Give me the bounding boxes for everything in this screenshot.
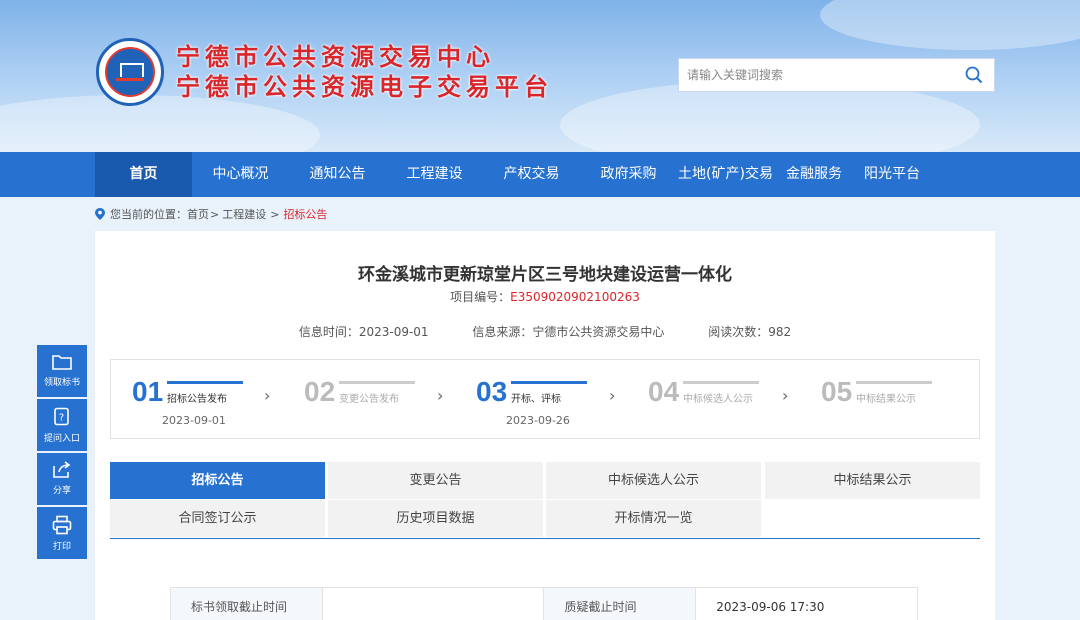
chevron-right-icon: › bbox=[437, 386, 444, 405]
tool-label: 提问入口 bbox=[43, 434, 80, 444]
step-date: 2023-09-26 bbox=[506, 414, 570, 427]
page-header: 宁德市公共资源交易中心 宁德市公共资源电子交易平台 bbox=[0, 0, 1080, 152]
question-entry-button[interactable]: ? 提问入口 bbox=[37, 399, 87, 451]
project-number: 项目编号：E3509020902100263 bbox=[95, 288, 995, 305]
tab-candidate-notice[interactable]: 中标候选人公示 bbox=[546, 462, 761, 499]
header-cloud bbox=[820, 0, 1080, 50]
tabs-divider bbox=[110, 538, 980, 539]
step-item: 03 开标、评标 2023-09-26 bbox=[473, 372, 603, 432]
svg-text:?: ? bbox=[59, 413, 64, 424]
nav-item-construction[interactable]: 工程建设 bbox=[386, 152, 483, 197]
site-title-line1: 宁德市公共资源交易中心 bbox=[176, 42, 495, 71]
site-title-line2: 宁德市公共资源电子交易平台 bbox=[176, 72, 553, 101]
header-cloud bbox=[0, 95, 320, 152]
breadcrumb-current: 招标公告 bbox=[283, 208, 328, 221]
location-pin-icon bbox=[95, 208, 105, 220]
site-logo[interactable] bbox=[96, 38, 164, 106]
project-number-value: E3509020902100263 bbox=[510, 290, 640, 304]
table-value-cell bbox=[321, 587, 545, 620]
nav-item-finance[interactable]: 金融服务 bbox=[774, 152, 854, 197]
table-value-cell: 2023-09-06 17:30 bbox=[695, 587, 918, 620]
tab-history-data[interactable]: 历史项目数据 bbox=[328, 500, 543, 537]
breadcrumb-separator: > bbox=[270, 207, 280, 221]
step-label: 招标公告发布 bbox=[167, 394, 227, 405]
table-key-cell: 标书领取截止时间 bbox=[170, 587, 323, 620]
step-number: 05 bbox=[821, 376, 853, 407]
tab-contract-notice[interactable]: 合同签订公示 bbox=[110, 500, 325, 537]
breadcrumb-prefix: 您当前的位置： bbox=[110, 208, 187, 221]
step-number: 01 bbox=[132, 376, 164, 407]
step-number: 04 bbox=[648, 376, 680, 407]
nav-item-property[interactable]: 产权交易 bbox=[483, 152, 580, 197]
step-bar bbox=[683, 381, 759, 384]
breadcrumb-separator: > bbox=[210, 207, 220, 221]
nav-item-sunshine[interactable]: 阳光平台 bbox=[854, 152, 930, 197]
nav-item-procurement[interactable]: 政府采购 bbox=[580, 152, 677, 197]
tab-result-notice[interactable]: 中标结果公示 bbox=[765, 462, 980, 499]
share-button[interactable]: 分享 bbox=[37, 453, 87, 505]
step-bar bbox=[339, 381, 415, 384]
search-input[interactable] bbox=[679, 59, 954, 91]
step-item: 01 招标公告发布 2023-09-01 bbox=[129, 372, 259, 432]
tab-bid-opening[interactable]: 开标情况一览 bbox=[546, 500, 761, 537]
content-panel: 环金溪城市更新琼堂片区三号地块建设运营一体化 项目编号：E35090209021… bbox=[95, 231, 995, 620]
document-meta: 信息时间：2023-09-01 信息来源：宁德市公共资源交易中心 阅读次数：98… bbox=[95, 323, 995, 340]
step-label: 变更公告发布 bbox=[339, 394, 399, 405]
tool-label: 领取标书 bbox=[43, 378, 80, 388]
search-icon[interactable] bbox=[954, 59, 994, 91]
chevron-right-icon: › bbox=[609, 386, 616, 405]
logo-inner bbox=[105, 47, 155, 97]
logo-scale-mark bbox=[116, 63, 144, 81]
breadcrumb-section[interactable]: 工程建设 bbox=[222, 206, 266, 222]
breadcrumb: 您当前的位置： 首页 > 工程建设 > 招标公告 bbox=[95, 206, 327, 222]
step-label: 开标、评标 bbox=[511, 394, 561, 405]
breadcrumb-home[interactable]: 首页 bbox=[187, 206, 209, 222]
step-item: 05 中标结果公示 bbox=[818, 372, 948, 432]
table-key-cell: 质疑截止时间 bbox=[543, 587, 697, 620]
progress-steps: 01 招标公告发布 2023-09-01 › 02 变更公告发布 › 03 开标… bbox=[110, 359, 980, 439]
info-table: 标书领取截止时间 质疑截止时间 2023-09-06 17:30 bbox=[170, 587, 918, 620]
tool-label: 打印 bbox=[52, 542, 71, 552]
step-bar bbox=[167, 381, 243, 384]
nav-item-notices[interactable]: 通知公告 bbox=[289, 152, 386, 197]
step-number: 02 bbox=[304, 376, 336, 407]
chevron-right-icon: › bbox=[264, 386, 271, 405]
tool-label: 分享 bbox=[52, 486, 71, 496]
step-number: 03 bbox=[476, 376, 508, 407]
chevron-right-icon: › bbox=[782, 386, 789, 405]
step-label: 中标结果公示 bbox=[856, 394, 916, 405]
folder-icon bbox=[52, 355, 72, 370]
side-toolbar: 领取标书 ? 提问入口 分享 打印 bbox=[37, 345, 87, 561]
step-label: 中标候选人公示 bbox=[683, 394, 753, 405]
step-item: 04 中标候选人公示 bbox=[645, 372, 775, 432]
tab-change-notice[interactable]: 变更公告 bbox=[328, 462, 543, 499]
main-nav: 首页 中心概况 通知公告 工程建设 产权交易 政府采购 土地(矿产)交易 金融服… bbox=[0, 152, 1080, 197]
step-bar bbox=[856, 381, 932, 384]
info-time: 信息时间：2023-09-01 bbox=[298, 325, 429, 339]
step-item: 02 变更公告发布 bbox=[301, 372, 431, 432]
site-title: 宁德市公共资源交易中心 宁德市公共资源电子交易平台 bbox=[176, 42, 553, 102]
info-source: 信息来源：宁德市公共资源交易中心 bbox=[472, 325, 665, 339]
tab-tender-notice[interactable]: 招标公告 bbox=[110, 462, 325, 499]
project-number-label: 项目编号： bbox=[450, 290, 511, 304]
read-count: 阅读次数：982 bbox=[708, 325, 792, 339]
step-bar bbox=[511, 381, 587, 384]
nav-item-land[interactable]: 土地(矿产)交易 bbox=[677, 152, 774, 197]
table-row: 标书领取截止时间 质疑截止时间 2023-09-06 17:30 bbox=[170, 587, 918, 620]
step-date: 2023-09-01 bbox=[162, 414, 226, 427]
question-icon: ? bbox=[54, 407, 69, 426]
get-tender-button[interactable]: 领取标书 bbox=[37, 345, 87, 397]
share-icon bbox=[53, 461, 71, 478]
page-title: 环金溪城市更新琼堂片区三号地块建设运营一体化 bbox=[358, 265, 732, 285]
nav-item-overview[interactable]: 中心概况 bbox=[192, 152, 289, 197]
search-box bbox=[678, 58, 995, 92]
print-icon bbox=[52, 515, 72, 535]
print-button[interactable]: 打印 bbox=[37, 507, 87, 559]
nav-item-home[interactable]: 首页 bbox=[95, 152, 192, 197]
